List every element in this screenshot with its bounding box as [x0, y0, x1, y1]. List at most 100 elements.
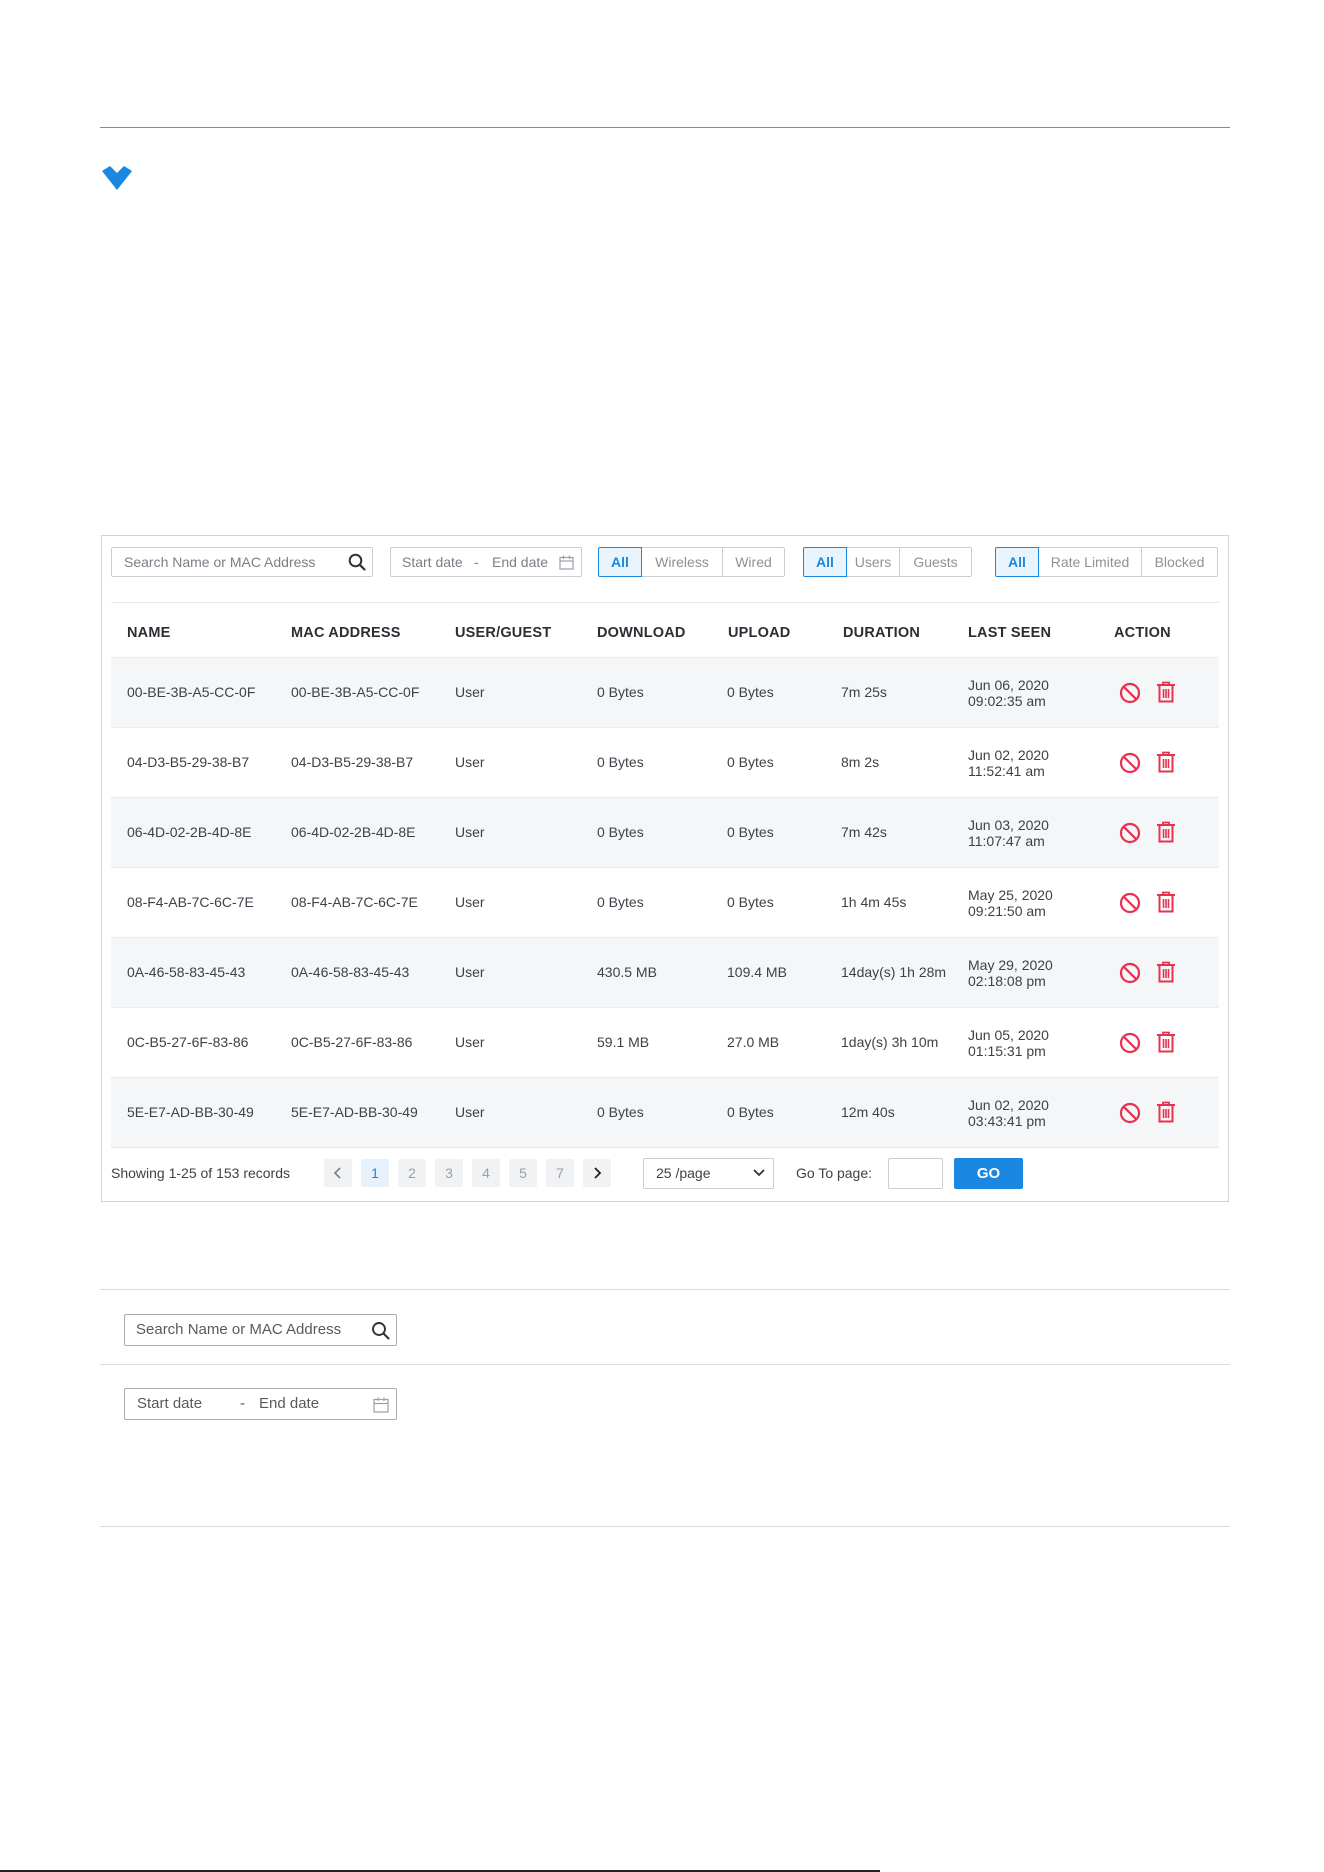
- cell-user-guest: User: [455, 894, 485, 910]
- page-button-3[interactable]: 3: [435, 1159, 463, 1187]
- connection-filter-all[interactable]: All: [598, 547, 642, 577]
- block-icon[interactable]: [1119, 1032, 1141, 1054]
- cell-duration: 7m 25s: [841, 684, 887, 700]
- cell-last-seen: Jun 03, 2020 11:07:47 am: [968, 817, 1049, 849]
- cell-last-seen: Jun 02, 2020 03:43:41 pm: [968, 1097, 1049, 1129]
- cell-user-guest: User: [455, 684, 485, 700]
- cell-name: 04-D3-B5-29-38-B7: [127, 754, 250, 770]
- calendar-icon[interactable]: [373, 1397, 389, 1413]
- cell-last-seen: Jun 05, 2020 01:15:31 pm: [968, 1027, 1049, 1059]
- calendar-icon[interactable]: [559, 555, 574, 570]
- block-icon[interactable]: [1119, 892, 1141, 914]
- section-divider-3: [100, 1526, 1230, 1527]
- date-range-picker-example[interactable]: Start date - End date: [124, 1388, 397, 1420]
- page-button-7[interactable]: 7: [546, 1159, 574, 1187]
- status-filter-all[interactable]: All: [995, 547, 1039, 577]
- last-seen-date: May 25, 2020: [968, 887, 1053, 903]
- page-button-2[interactable]: 2: [398, 1159, 426, 1187]
- last-seen-date: May 29, 2020: [968, 957, 1053, 973]
- search-input-example[interactable]: Search Name or MAC Address: [124, 1314, 397, 1346]
- page-button-1[interactable]: 1: [361, 1159, 389, 1187]
- cell-mac-address: 0A-46-58-83-45-43: [291, 964, 410, 980]
- trash-icon[interactable]: [1156, 821, 1176, 843]
- chevron-right-icon: [594, 1167, 602, 1179]
- cell-upload: 109.4 MB: [727, 964, 787, 980]
- block-icon[interactable]: [1119, 752, 1141, 774]
- page-button-4[interactable]: 4: [472, 1159, 500, 1187]
- trash-icon[interactable]: [1156, 1101, 1176, 1123]
- cell-download: 59.1 MB: [597, 1034, 650, 1050]
- cell-duration: 7m 42s: [841, 824, 887, 840]
- trash-icon[interactable]: [1156, 751, 1176, 773]
- table-bottom-divider: [111, 1147, 1219, 1148]
- user-filter-users[interactable]: Users: [846, 547, 900, 577]
- status-filter-blocked[interactable]: Blocked: [1141, 547, 1218, 577]
- records-count: Showing 1-25 of 153 records: [111, 1165, 290, 1181]
- trash-icon[interactable]: [1156, 1031, 1176, 1053]
- cell-last-seen: May 29, 2020 02:18:08 pm: [968, 957, 1053, 989]
- end-date-placeholder: End date: [492, 554, 549, 570]
- table-row[interactable]: 0C-B5-27-6F-83-86 0C-B5-27-6F-83-86 User 59…: [111, 1007, 1219, 1077]
- block-icon[interactable]: [1119, 962, 1141, 984]
- cell-upload: 0 Bytes: [727, 894, 774, 910]
- search-icon[interactable]: [371, 1321, 390, 1340]
- trash-icon[interactable]: [1156, 681, 1176, 703]
- prev-page-button[interactable]: [324, 1159, 352, 1187]
- header-action: ACTION: [1114, 625, 1171, 641]
- header-last-seen[interactable]: LAST SEEN: [968, 611, 1051, 655]
- pagination: Showing 1-25 of 153 records 1 2 3 4 5 7 …: [111, 1156, 1219, 1190]
- last-seen-time: 11:07:47 am: [968, 833, 1045, 849]
- next-page-button[interactable]: [583, 1159, 611, 1187]
- header-user-guest[interactable]: USER/GUEST: [455, 611, 551, 655]
- user-filter-guests[interactable]: Guests: [899, 547, 972, 577]
- block-icon[interactable]: [1119, 1102, 1141, 1124]
- cell-mac-address: 06-4D-02-2B-4D-8E: [291, 824, 416, 840]
- header-mac-address[interactable]: MAC ADDRESS: [291, 611, 401, 655]
- table-row[interactable]: 5E-E7-AD-BB-30-49 5E-E7-AD-BB-30-49 User 0 …: [111, 1077, 1219, 1147]
- go-button[interactable]: GO: [954, 1158, 1023, 1189]
- date-separator: -: [474, 554, 479, 570]
- search-placeholder: Search Name or MAC Address: [136, 1321, 342, 1338]
- header-duration[interactable]: DURATION: [843, 611, 920, 655]
- end-date-placeholder: End date: [259, 1395, 320, 1412]
- cell-upload: 0 Bytes: [727, 684, 774, 700]
- header-name[interactable]: NAME: [127, 611, 171, 655]
- last-seen-date: Jun 03, 2020: [968, 817, 1049, 833]
- per-page-select[interactable]: 25 /page: [643, 1158, 774, 1189]
- table-row[interactable]: 04-D3-B5-29-38-B7 04-D3-B5-29-38-B7 User 0 …: [111, 727, 1219, 797]
- connection-filter-wired[interactable]: Wired: [722, 547, 785, 577]
- status-filter-rate-limited[interactable]: Rate Limited: [1038, 547, 1142, 577]
- connection-filter-wireless[interactable]: Wireless: [641, 547, 723, 577]
- cell-mac-address: 08-F4-AB-7C-6C-7E: [291, 894, 418, 910]
- cell-user-guest: User: [455, 754, 485, 770]
- user-type-filter: All Users Guests: [803, 547, 972, 577]
- cell-name: 0A-46-58-83-45-43: [127, 964, 246, 980]
- page-button-5[interactable]: 5: [509, 1159, 537, 1187]
- table-row[interactable]: 06-4D-02-2B-4D-8E 06-4D-02-2B-4D-8E User 0 …: [111, 797, 1219, 867]
- cell-download: 0 Bytes: [597, 894, 644, 910]
- block-icon[interactable]: [1119, 822, 1141, 844]
- chevron-down-icon: [753, 1169, 765, 1177]
- cell-name: 06-4D-02-2B-4D-8E: [127, 824, 252, 840]
- date-range-picker[interactable]: Start date - End date: [390, 547, 582, 577]
- last-seen-date: Jun 05, 2020: [968, 1027, 1049, 1043]
- cell-download: 0 Bytes: [597, 754, 644, 770]
- cell-user-guest: User: [455, 824, 485, 840]
- search-icon[interactable]: [348, 553, 366, 571]
- cell-upload: 0 Bytes: [727, 754, 774, 770]
- user-filter-all[interactable]: All: [803, 547, 847, 577]
- table-row[interactable]: 00-BE-3B-A5-CC-0F 00-BE-3B-A5-CC-0F User 0 …: [111, 657, 1219, 727]
- trash-icon[interactable]: [1156, 891, 1176, 913]
- table-row[interactable]: 0A-46-58-83-45-43 0A-46-58-83-45-43 User 43…: [111, 937, 1219, 1007]
- search-input[interactable]: Search Name or MAC Address: [111, 547, 373, 577]
- last-seen-time: 11:52:41 am: [968, 763, 1045, 779]
- table-row[interactable]: 08-F4-AB-7C-6C-7E 08-F4-AB-7C-6C-7E User 0 …: [111, 867, 1219, 937]
- filter-toolbar: Search Name or MAC Address Start date - …: [111, 547, 1219, 577]
- goto-page-input[interactable]: [888, 1158, 943, 1189]
- cell-name: 5E-E7-AD-BB-30-49: [127, 1104, 254, 1120]
- header-upload[interactable]: UPLOAD: [728, 611, 790, 655]
- header-download[interactable]: DOWNLOAD: [597, 611, 686, 655]
- trash-icon[interactable]: [1156, 961, 1176, 983]
- block-icon[interactable]: [1119, 682, 1141, 704]
- toolbar-divider: [111, 602, 1219, 603]
